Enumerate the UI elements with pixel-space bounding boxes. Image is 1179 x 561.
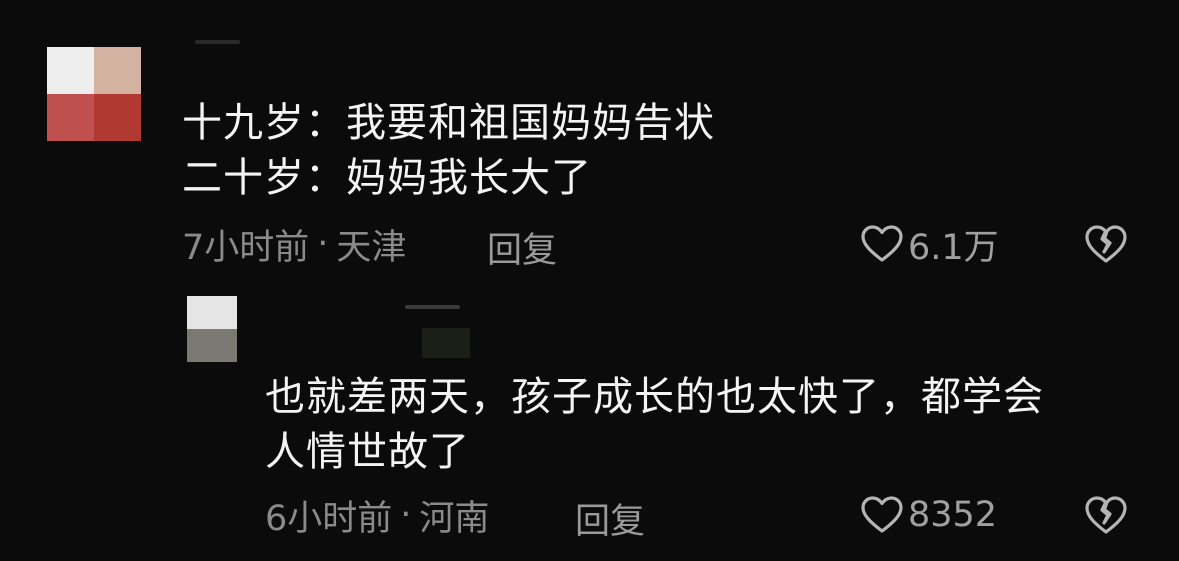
avatar[interactable] bbox=[187, 296, 237, 362]
comment-text-line: 也就差两天，孩子成长的也太快了，都学会 bbox=[265, 374, 1044, 420]
broken-heart-icon bbox=[1083, 496, 1129, 541]
comment-text-line: 人情世故了 bbox=[265, 429, 470, 475]
comment-meta: 7小时前 · 天津 bbox=[182, 222, 406, 268]
avatar-cell bbox=[47, 94, 94, 141]
timestamp: 6小时前 bbox=[265, 498, 393, 539]
comment-2: 也就差两天，孩子成长的也太快了，都学会 人情世故了 6小时前 · 河南 回复 8… bbox=[0, 280, 1179, 561]
like-button[interactable]: 6.1万 bbox=[860, 222, 999, 268]
like-count: 8352 bbox=[908, 495, 998, 535]
avatar-cell bbox=[94, 94, 141, 141]
location: 河南 bbox=[419, 498, 490, 539]
reply-button[interactable]: 回复 bbox=[575, 493, 645, 544]
avatar[interactable] bbox=[47, 47, 141, 141]
heart-outline-icon bbox=[860, 495, 904, 535]
comment-meta: 6小时前 · 河南 bbox=[265, 493, 489, 539]
username-blurred[interactable] bbox=[405, 305, 460, 309]
avatar-cell bbox=[212, 296, 237, 329]
avatar-cell bbox=[212, 329, 237, 362]
avatar-cell bbox=[47, 47, 94, 94]
heart-outline-icon bbox=[860, 224, 904, 264]
avatar-cell bbox=[187, 296, 212, 329]
separator-dot: · bbox=[317, 224, 329, 264]
username-blurred[interactable] bbox=[422, 328, 470, 358]
avatar-cell bbox=[187, 329, 212, 362]
reply-button[interactable]: 回复 bbox=[487, 222, 557, 273]
comment-1: 十九岁：我要和祖国妈妈告状 二十岁：妈妈我长大了 7小时前 · 天津 回复 6.… bbox=[0, 0, 1179, 280]
dislike-button[interactable] bbox=[1083, 222, 1129, 270]
dislike-button[interactable] bbox=[1083, 493, 1129, 541]
comment-text-line: 二十岁：妈妈我长大了 bbox=[182, 155, 592, 201]
timestamp: 7小时前 bbox=[182, 227, 310, 268]
location: 天津 bbox=[336, 227, 407, 268]
avatar-cell bbox=[94, 47, 141, 94]
separator-dot: · bbox=[400, 495, 412, 535]
username-blurred[interactable] bbox=[195, 40, 240, 44]
comment-text-line: 十九岁：我要和祖国妈妈告状 bbox=[182, 100, 715, 146]
broken-heart-icon bbox=[1083, 225, 1129, 270]
like-count: 6.1万 bbox=[908, 227, 999, 268]
like-button[interactable]: 8352 bbox=[860, 493, 997, 537]
